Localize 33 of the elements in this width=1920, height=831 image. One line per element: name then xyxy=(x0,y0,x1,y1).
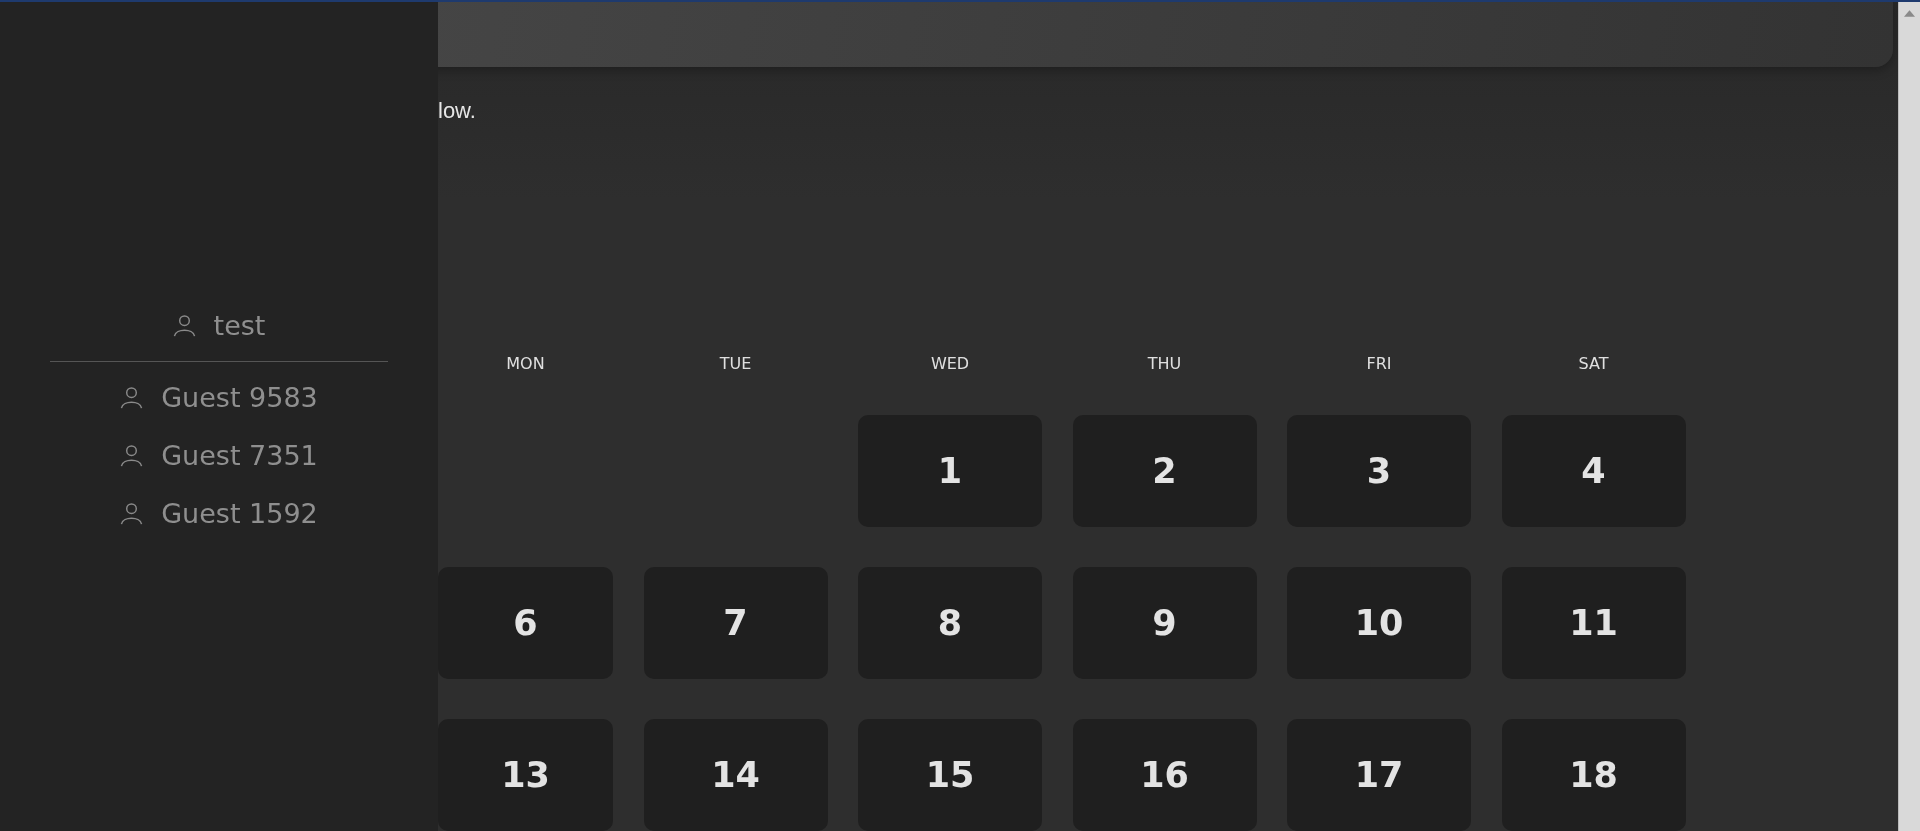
current-user-name: test xyxy=(213,309,266,341)
user-icon xyxy=(120,443,144,467)
user-icon xyxy=(172,313,196,337)
weekday-label: FRI xyxy=(1365,354,1393,373)
day-cell[interactable]: 4 xyxy=(1501,415,1686,527)
day-cell[interactable]: 11 xyxy=(1501,567,1686,679)
weekday-label: MON xyxy=(505,354,546,373)
guest-name[interactable]: Guest 9583 xyxy=(161,381,318,413)
intro-text: low. xyxy=(438,97,477,125)
day-cell[interactable]: 17 xyxy=(1287,719,1471,831)
day-cell[interactable]: 1 xyxy=(858,415,1042,527)
day-cell[interactable]: 7 xyxy=(643,567,828,679)
weekday-label: TUE xyxy=(718,354,753,373)
day-cell[interactable]: 18 xyxy=(1501,719,1686,831)
weekday-label: SAT xyxy=(1577,354,1610,373)
day-cell[interactable]: 14 xyxy=(643,719,828,831)
weekday-label: WED xyxy=(929,354,971,373)
guest-name[interactable]: Guest 1592 xyxy=(161,497,318,529)
user-icon xyxy=(120,385,144,409)
guest-name[interactable]: Guest 7351 xyxy=(161,439,318,471)
day-cell[interactable]: 16 xyxy=(1072,719,1257,831)
day-cell[interactable]: 2 xyxy=(1072,415,1257,527)
scroll-up-icon[interactable] xyxy=(1904,10,1915,17)
scrollbar[interactable] xyxy=(1898,0,1920,831)
day-cell[interactable]: 9 xyxy=(1072,567,1257,679)
day-cell[interactable]: 15 xyxy=(858,719,1042,831)
day-cell[interactable]: 6 xyxy=(438,567,613,679)
day-cell[interactable]: 8 xyxy=(858,567,1042,679)
weekday-label: THU xyxy=(1146,354,1183,373)
day-cell[interactable]: 10 xyxy=(1287,567,1471,679)
day-cell[interactable]: 3 xyxy=(1287,415,1471,527)
user-icon xyxy=(120,501,144,525)
day-cell[interactable]: 13 xyxy=(438,719,613,831)
